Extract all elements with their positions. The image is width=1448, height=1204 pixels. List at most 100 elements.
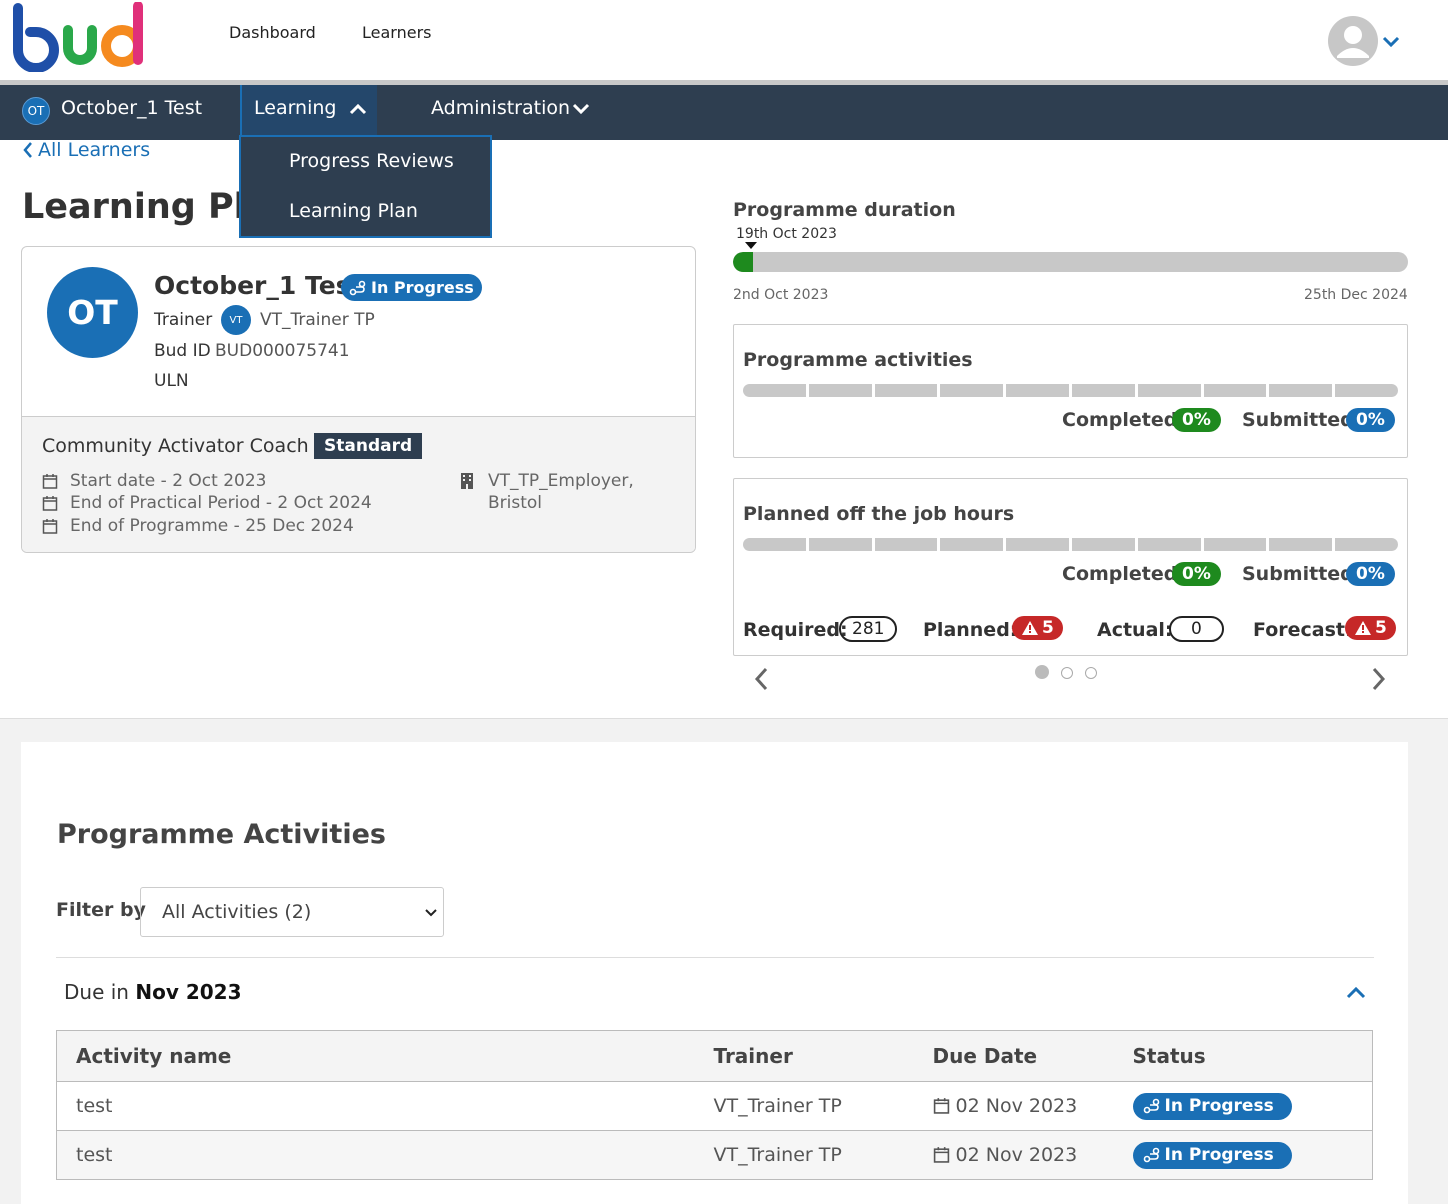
forecast-value: 5 xyxy=(1375,618,1387,638)
table-header-row: Activity name Trainer Due Date Status xyxy=(56,1030,1373,1082)
chevron-left-icon xyxy=(23,142,32,158)
activity-name[interactable]: test xyxy=(57,1131,714,1180)
learner-avatar: OT xyxy=(47,267,138,358)
activities-card-title: Programme activities xyxy=(743,349,973,371)
trainer-label: Trainer xyxy=(154,310,213,330)
otj-completed-badge: 0% xyxy=(1172,562,1221,586)
duration-start: 2nd Oct 2023 xyxy=(733,287,829,303)
date-start-text: Start date - 2 Oct 2023 xyxy=(70,471,267,491)
carousel-prev-icon[interactable] xyxy=(752,666,770,692)
learner-nav-name[interactable]: October_1 Test xyxy=(61,97,202,119)
group-prefix: Due in xyxy=(64,980,129,1004)
user-icon xyxy=(1337,26,1369,58)
activity-status-badge: In Progress xyxy=(1132,1141,1292,1169)
carousel-next-icon[interactable] xyxy=(1370,666,1388,692)
learner-status-badge: In Progress xyxy=(341,274,482,301)
activities-progress-bar xyxy=(743,384,1398,397)
top-header: Dashboard Learners xyxy=(0,0,1448,80)
activity-name[interactable]: test xyxy=(56,1081,714,1131)
required-label: Required: xyxy=(743,619,848,641)
learner-name: October_1 Test xyxy=(154,271,363,300)
logo-graphic xyxy=(13,1,143,73)
duration-marker-label: 19th Oct 2023 xyxy=(736,226,837,242)
calendar-icon xyxy=(42,519,58,534)
learner-card: OT October_1 Test In Progress Trainer VT… xyxy=(21,246,696,553)
carousel-dot-2[interactable] xyxy=(1061,667,1073,679)
forecast-label: Forecast: xyxy=(1253,619,1353,641)
duration-marker-icon xyxy=(745,242,757,249)
programme-standard-badge: Standard xyxy=(314,433,423,459)
carousel-dot-3[interactable] xyxy=(1085,667,1097,679)
activities-completed-label: Completed xyxy=(1062,409,1178,431)
activity-status-cell: In Progress xyxy=(1132,1131,1373,1180)
collapse-chevron-up-icon[interactable] xyxy=(1345,984,1367,1000)
chevron-up-icon xyxy=(349,103,367,115)
duration-title: Programme duration xyxy=(733,199,956,221)
programme-section: Community Activator Coach Standard Start… xyxy=(22,416,695,552)
nav-dashboard[interactable]: Dashboard xyxy=(229,23,316,42)
activity-trainer: VT_Trainer TP xyxy=(713,1081,933,1131)
table-row[interactable]: test VT_Trainer TP 02 Nov 2023 In Progre… xyxy=(56,1081,1373,1131)
chevron-down-icon xyxy=(425,909,437,917)
activities-submitted-badge: 0% xyxy=(1346,408,1395,432)
user-menu-chevron-icon[interactable] xyxy=(1382,34,1400,53)
bud-id-label: Bud ID xyxy=(154,341,211,361)
filter-select-value: All Activities (2) xyxy=(162,901,312,923)
col-activity-name: Activity name xyxy=(56,1030,714,1082)
learning-menu[interactable]: Learning xyxy=(240,85,377,135)
nav-learners[interactable]: Learners xyxy=(362,23,431,42)
calendar-icon xyxy=(42,474,58,489)
date-programme-end-text: End of Programme - 25 Dec 2024 xyxy=(70,516,354,536)
activity-status-cell: In Progress xyxy=(1132,1081,1373,1131)
otj-submitted-badge: 0% xyxy=(1346,562,1395,586)
carousel-dot-1[interactable] xyxy=(1035,665,1049,679)
duration-end: 25th Dec 2024 xyxy=(1304,287,1408,303)
calendar-icon xyxy=(42,496,58,511)
filter-select[interactable]: All Activities (2) xyxy=(140,887,444,937)
date-practical-end: End of Practical Period - 2 Oct 2024 xyxy=(42,493,372,513)
filter-label: Filter by xyxy=(56,899,146,921)
group-month: Nov 2023 xyxy=(135,980,242,1004)
learning-menu-label: Learning xyxy=(254,97,337,119)
administration-menu-label: Administration xyxy=(431,97,571,119)
section-title: Programme Activities xyxy=(57,819,386,850)
duration-bar-fill xyxy=(733,252,754,272)
activity-trainer: VT_Trainer TP xyxy=(713,1144,842,1166)
forecast-warning-badge: 5 xyxy=(1345,616,1396,640)
back-link-label: All Learners xyxy=(38,139,151,161)
employer-line1: VT_TP_Employer, xyxy=(488,471,634,491)
col-trainer: Trainer xyxy=(713,1030,933,1082)
learner-status-text: In Progress xyxy=(371,278,474,297)
administration-menu[interactable]: Administration xyxy=(431,97,601,127)
trainer-avatar: VT xyxy=(221,305,251,335)
actual-value: 0 xyxy=(1169,616,1224,642)
calendar-icon xyxy=(933,1147,949,1163)
route-icon xyxy=(1143,1147,1159,1163)
otj-completed-label: Completed xyxy=(1062,563,1178,585)
planned-warning-badge: 5 xyxy=(1012,616,1063,640)
learning-dropdown: Progress Reviews Learning Plan xyxy=(239,135,492,238)
activities-panel: Programme Activities Filter by All Activ… xyxy=(21,742,1408,1204)
dropdown-item-learning-plan[interactable]: Learning Plan xyxy=(289,200,418,222)
route-icon xyxy=(349,280,366,295)
group-divider xyxy=(56,957,1374,958)
programme-activities-card: Programme activities Completed 0% Submit… xyxy=(733,324,1408,458)
required-value: 281 xyxy=(839,616,898,642)
otj-progress-bar xyxy=(743,538,1398,551)
bud-logo[interactable] xyxy=(10,1,150,73)
employer-line2: Bristol xyxy=(488,493,543,513)
back-link[interactable]: All Learners xyxy=(22,139,150,161)
date-programme-end: End of Programme - 25 Dec 2024 xyxy=(42,516,354,536)
trainer-name: VT_Trainer TP xyxy=(260,310,375,330)
col-due-date: Due Date xyxy=(932,1030,1133,1082)
activity-due-date: 02 Nov 2023 xyxy=(933,1131,1133,1180)
table-row[interactable]: test VT_Trainer TP 02 Nov 2023 In Progre… xyxy=(56,1130,1373,1180)
activity-status-text: In Progress xyxy=(1164,1145,1274,1165)
activity-due-date-text: 02 Nov 2023 xyxy=(955,1144,1078,1166)
dropdown-item-progress-reviews[interactable]: Progress Reviews xyxy=(289,150,454,172)
activity-status-text: In Progress xyxy=(1164,1096,1274,1116)
building-icon xyxy=(461,473,473,489)
group-header[interactable]: Due in Nov 2023 xyxy=(64,980,242,1004)
user-avatar[interactable] xyxy=(1328,16,1378,66)
activities-completed-badge: 0% xyxy=(1172,408,1221,432)
